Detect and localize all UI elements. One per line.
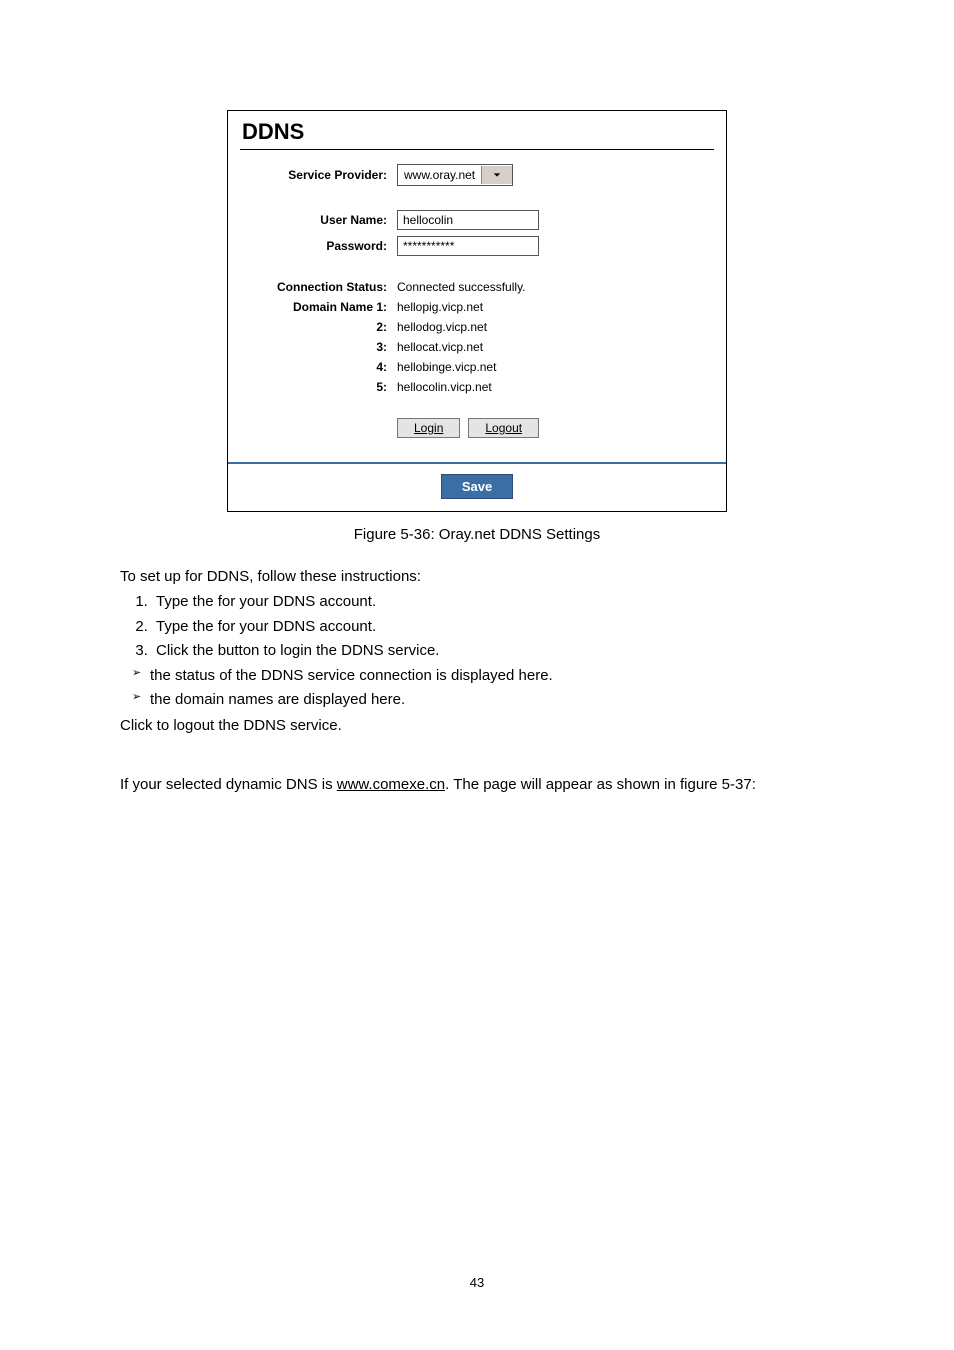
list-item: the domain names are displayed here. <box>132 688 834 711</box>
panel-title: DDNS <box>228 111 726 149</box>
domain1-value: hellopig.vicp.net <box>397 300 483 314</box>
list-item: the status of the DDNS service connectio… <box>132 664 834 687</box>
next-provider-paragraph: If your selected dynamic DNS is www.come… <box>120 773 834 796</box>
domain2-value: hellodog.vicp.net <box>397 320 487 334</box>
logout-button[interactable]: Logout <box>468 418 539 438</box>
domain4-label: 4: <box>242 360 397 374</box>
list-item: Click the button to login the DDNS servi… <box>152 639 834 662</box>
chevron-down-icon[interactable] <box>481 166 512 184</box>
domain2-label: 2: <box>242 320 397 334</box>
domain3-value: hellocat.vicp.net <box>397 340 483 354</box>
bullet-list: the status of the DDNS service connectio… <box>120 664 834 712</box>
comexe-link[interactable]: www.comexe.cn <box>337 776 445 793</box>
domain5-value: hellocolin.vicp.net <box>397 380 492 394</box>
logout-note: Click to logout the DDNS service. <box>120 714 834 737</box>
service-provider-value: www.oray.net <box>398 168 481 182</box>
instruction-list: Type the for your DDNS account. Type the… <box>120 590 834 662</box>
list-item: Type the for your DDNS account. <box>152 615 834 638</box>
password-label: Password: <box>242 239 397 253</box>
ddns-panel: DDNS Service Provider: www.oray.net User… <box>227 110 727 512</box>
username-label: User Name: <box>242 213 397 227</box>
login-button[interactable]: Login <box>397 418 460 438</box>
service-provider-select[interactable]: www.oray.net <box>397 164 513 186</box>
intro-text: To set up for DDNS, follow these instruc… <box>120 565 834 588</box>
form-area: Service Provider: www.oray.net User Name… <box>228 150 726 450</box>
username-input[interactable] <box>397 210 539 230</box>
domain5-label: 5: <box>242 380 397 394</box>
list-item: Type the for your DDNS account. <box>152 590 834 613</box>
page-number: 43 <box>0 1275 954 1290</box>
connection-status-label: Connection Status: <box>242 280 397 294</box>
domain4-value: hellobinge.vicp.net <box>397 360 496 374</box>
connection-status-value: Connected successfully. <box>397 280 526 294</box>
document-page: DDNS Service Provider: www.oray.net User… <box>0 0 954 1350</box>
domain1-label: Domain Name 1: <box>242 300 397 314</box>
figure-caption: Figure 5-36: Oray.net DDNS Settings <box>120 526 834 543</box>
password-input[interactable] <box>397 236 539 256</box>
service-provider-label: Service Provider: <box>242 168 397 182</box>
domain3-label: 3: <box>242 340 397 354</box>
save-button[interactable]: Save <box>441 474 513 499</box>
